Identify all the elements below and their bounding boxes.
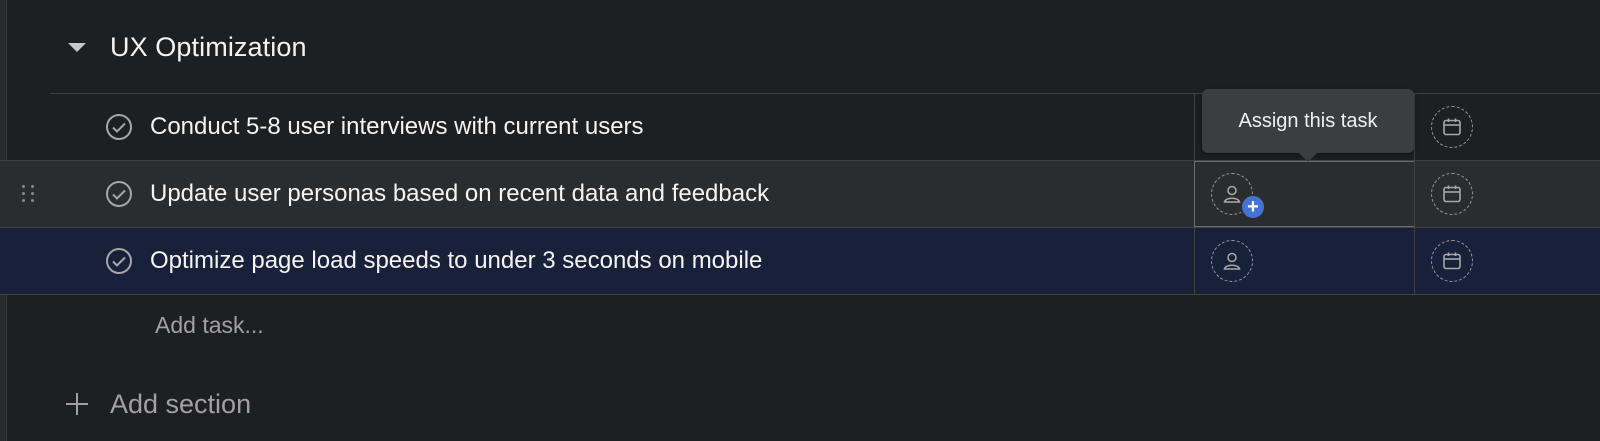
caret-down-icon[interactable]: [68, 42, 86, 52]
task-name[interactable]: Conduct 5-8 user interviews with current…: [150, 113, 1168, 141]
section-header: UX Optimization: [50, 20, 1600, 74]
calendar-icon: [1443, 185, 1461, 203]
assignee-cell[interactable]: +: [1194, 161, 1415, 227]
section-title[interactable]: UX Optimization: [110, 32, 307, 63]
check-circle-icon[interactable]: [106, 248, 132, 274]
task-name[interactable]: Optimize page load speeds to under 3 sec…: [150, 247, 1168, 275]
assign-button[interactable]: [1211, 240, 1253, 282]
assign-tooltip: Assign this task: [1202, 89, 1414, 162]
assign-button[interactable]: +: [1211, 173, 1266, 220]
task-row[interactable]: Update user personas based on recent dat…: [0, 160, 1600, 227]
user-icon: [1223, 185, 1241, 203]
due-date-cell[interactable]: [1414, 228, 1600, 294]
plus-icon[interactable]: +: [1240, 194, 1266, 220]
due-date-button[interactable]: [1431, 173, 1473, 215]
add-section-button[interactable]: Add section: [66, 384, 251, 424]
plus-icon: [66, 393, 88, 415]
task-row[interactable]: Optimize page load speeds to under 3 sec…: [0, 227, 1600, 295]
calendar-icon: [1443, 118, 1461, 136]
due-date-button[interactable]: [1431, 106, 1473, 148]
add-section-label: Add section: [110, 388, 252, 419]
check-circle-icon[interactable]: [106, 114, 132, 140]
due-date-button[interactable]: [1431, 240, 1473, 282]
due-date-cell[interactable]: [1414, 94, 1600, 160]
calendar-icon: [1443, 252, 1461, 270]
check-circle-icon[interactable]: [106, 181, 132, 207]
task-name[interactable]: Update user personas based on recent dat…: [150, 180, 1168, 208]
assignee-cell[interactable]: [1194, 228, 1415, 294]
add-task-button[interactable]: Add task...: [155, 312, 264, 339]
user-icon: [1223, 252, 1241, 270]
due-date-cell[interactable]: [1414, 161, 1600, 227]
drag-handle-icon[interactable]: [22, 185, 36, 203]
